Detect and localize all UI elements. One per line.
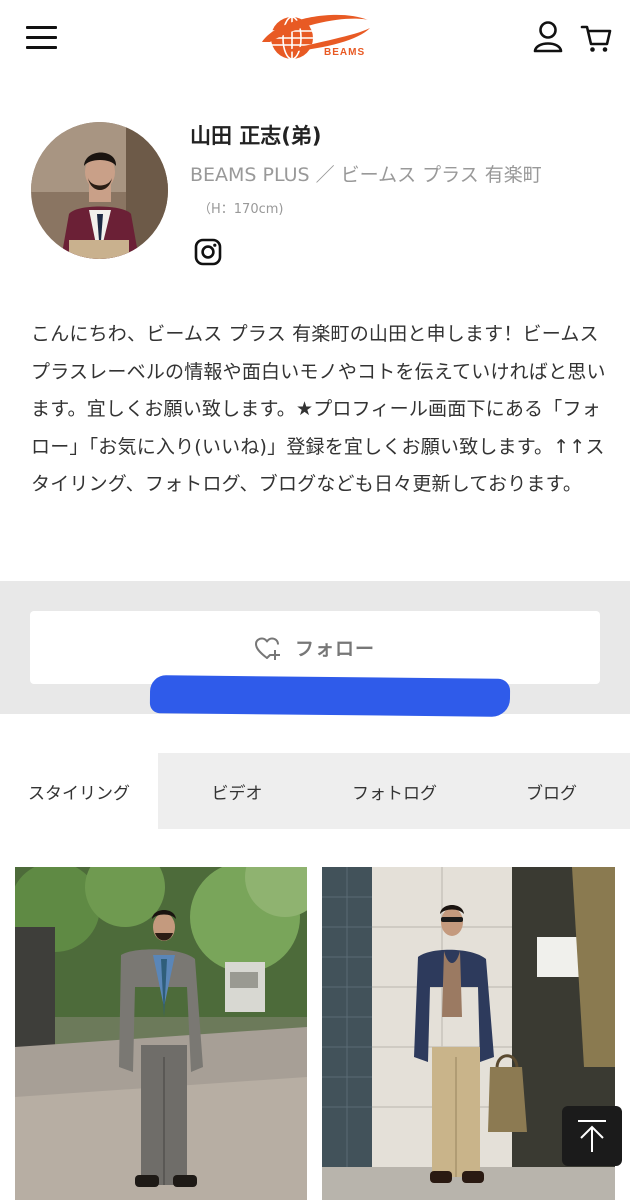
heart-plus-icon xyxy=(254,637,280,660)
scroll-to-top-button[interactable] xyxy=(562,1106,622,1166)
hamburger-menu-icon[interactable] xyxy=(26,26,58,50)
tab-video[interactable]: ビデオ xyxy=(158,753,316,829)
tab-photolog[interactable]: フォトログ xyxy=(316,753,473,829)
cart-icon[interactable] xyxy=(580,20,612,54)
user-icon[interactable] xyxy=(532,20,564,54)
redaction-mark xyxy=(149,675,511,717)
follow-label: フォロー xyxy=(294,638,375,660)
header: BEAMS xyxy=(0,0,630,78)
staff-name: 山田 正志(弟) xyxy=(190,124,322,148)
profile-bio: こんにちわ、ビームス プラス 有楽町の山田と申します！ビームス プラスレーベルの… xyxy=(31,323,606,495)
staff-height: （H：170cm) xyxy=(198,202,284,217)
avatar xyxy=(31,122,168,259)
shop-name[interactable]: BEAMS PLUS ／ ビームス プラス 有楽町 xyxy=(190,160,542,187)
tab-blog[interactable]: ブログ xyxy=(473,753,630,829)
instagram-icon[interactable] xyxy=(194,238,222,266)
styling-photo[interactable] xyxy=(15,867,307,1200)
follow-button[interactable]: フォロー xyxy=(30,611,600,684)
content-tabs: スタイリング ビデオ フォトログ ブログ xyxy=(0,753,630,829)
logo-text: BEAMS xyxy=(324,47,366,58)
tab-styling[interactable]: スタイリング xyxy=(0,753,158,829)
arrow-up-icon xyxy=(578,1120,606,1152)
